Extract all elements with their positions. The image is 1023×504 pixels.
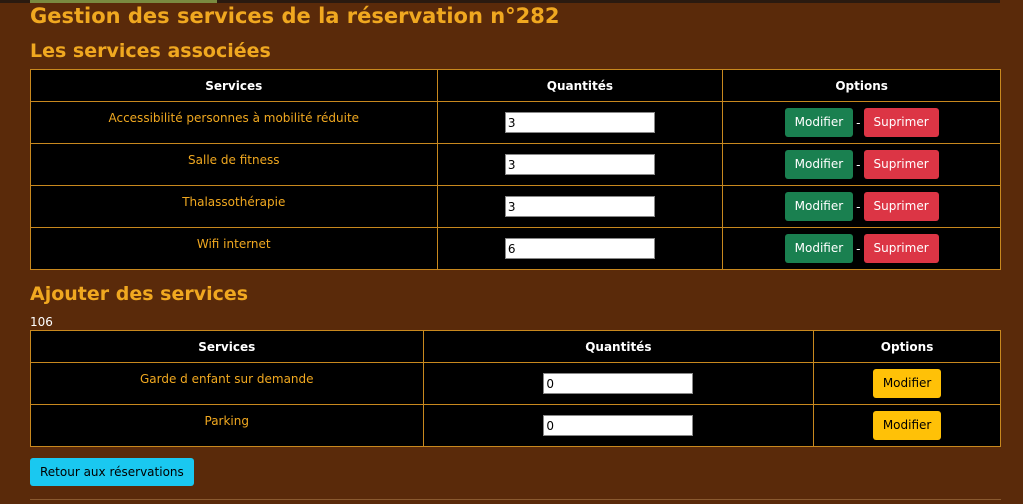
options-cell: Modifier - Suprimer: [722, 227, 1001, 270]
available-services-count: 106: [30, 315, 53, 329]
table-row: Parking Modifier: [30, 404, 1001, 447]
options-cell: Modifier - Suprimer: [722, 143, 1001, 186]
quantity-input[interactable]: [543, 415, 694, 436]
add-service-button[interactable]: Modifier: [872, 411, 942, 440]
column-header-services: Services: [30, 330, 424, 363]
separator: -: [856, 115, 861, 130]
options-cell: Modifier - Suprimer: [722, 101, 1001, 144]
header-image: [30, 0, 217, 3]
modify-button[interactable]: Modifier: [784, 234, 854, 263]
quantity-cell: [436, 185, 724, 228]
column-header-options: Options: [813, 330, 1001, 363]
table-header-row: Services Quantités Options: [30, 330, 1001, 363]
delete-button[interactable]: Suprimer: [863, 150, 939, 179]
column-header-quantities: Quantités: [436, 69, 724, 102]
quantity-cell: [436, 227, 724, 270]
table-row: Wifi internet Modifier-Suprimer: [30, 227, 1001, 270]
delete-button[interactable]: Suprimer: [863, 234, 939, 263]
delete-button[interactable]: Suprimer: [863, 108, 939, 137]
table-row: Accessibilité personnes à mobilité rédui…: [30, 101, 1001, 144]
quantity-input[interactable]: [504, 238, 655, 259]
service-name: Salle de fitness: [30, 143, 438, 186]
column-header-services: Services: [30, 69, 438, 102]
service-name: Thalassothérapie: [30, 185, 438, 228]
back-to-reservations-button[interactable]: Retour aux réservations: [30, 458, 194, 486]
table-row: Salle de fitness Modifier-Suprimer: [30, 143, 1001, 186]
options-cell: Modifier: [813, 362, 1001, 405]
quantity-input[interactable]: [543, 373, 694, 394]
table-row: Thalassothérapie Modifier-Suprimer: [30, 185, 1001, 228]
table-header-row: Services Quantités Options: [30, 69, 1001, 102]
service-name: Garde d enfant sur demande: [30, 362, 424, 405]
separator: -: [856, 157, 861, 172]
quantity-cell: [436, 143, 724, 186]
column-header-options: Options: [722, 69, 1001, 102]
delete-button[interactable]: Suprimer: [863, 192, 939, 221]
associated-services-table: Services Quantités Options Accessibilité…: [30, 69, 1001, 270]
service-name: Parking: [30, 404, 424, 447]
separator: -: [856, 199, 861, 214]
divider: [30, 499, 1001, 500]
modify-button[interactable]: Modifier: [784, 192, 854, 221]
quantity-input[interactable]: [504, 154, 655, 175]
options-cell: Modifier - Suprimer: [722, 185, 1001, 228]
quantity-cell: [436, 101, 724, 144]
add-service-button[interactable]: Modifier: [872, 369, 942, 398]
add-services-table: Services Quantités Options Garde d enfan…: [30, 330, 1001, 447]
service-name: Accessibilité personnes à mobilité rédui…: [30, 101, 438, 144]
quantity-cell: [422, 404, 815, 447]
separator: -: [856, 241, 861, 256]
quantity-cell: [422, 362, 815, 405]
add-services-heading: Ajouter des services: [30, 283, 249, 305]
quantity-input[interactable]: [504, 196, 655, 217]
table-row: Garde d enfant sur demande Modifier: [30, 362, 1001, 405]
service-name: Wifi internet: [30, 227, 438, 270]
top-image-strip: [0, 0, 1000, 3]
quantity-input[interactable]: [504, 112, 655, 133]
modify-button[interactable]: Modifier: [784, 150, 854, 179]
modify-button[interactable]: Modifier: [784, 108, 854, 137]
associated-services-heading: Les services associées: [30, 40, 271, 62]
page-title: Gestion des services de la réservation n…: [30, 4, 560, 28]
column-header-quantities: Quantités: [422, 330, 815, 363]
options-cell: Modifier: [813, 404, 1001, 447]
